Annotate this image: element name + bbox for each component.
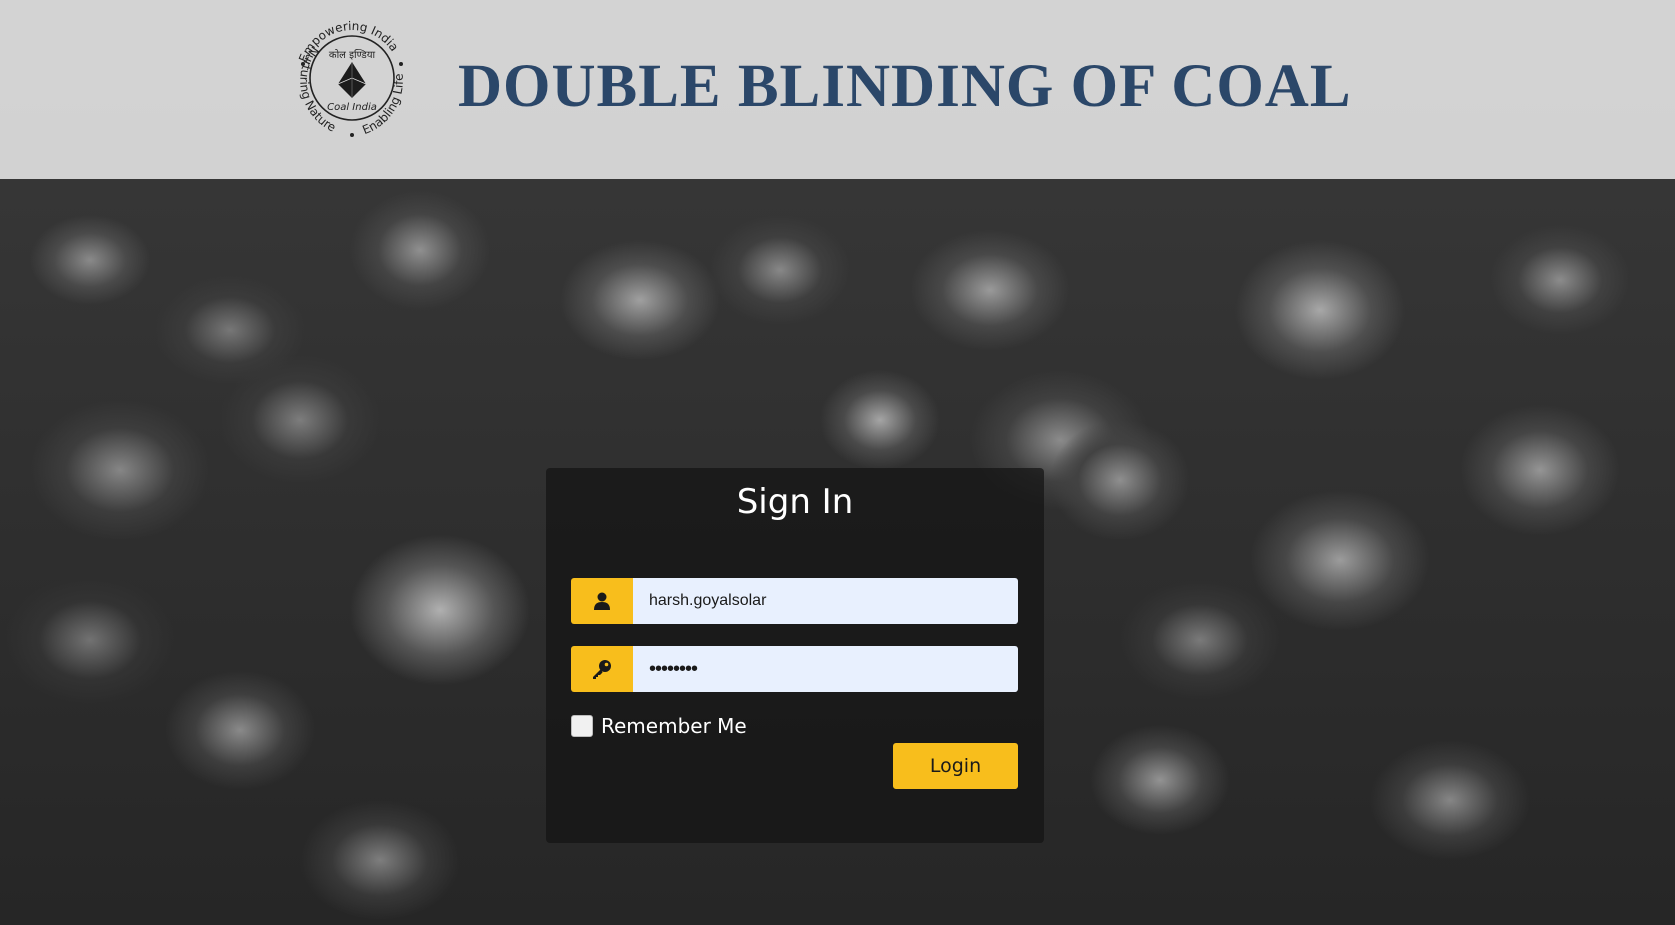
login-page: Empowering India Nurturing Nature Enabli… [0, 0, 1675, 925]
password-field [571, 646, 1018, 692]
header-band: Empowering India Nurturing Nature Enabli… [0, 0, 1675, 179]
username-input[interactable] [633, 578, 1018, 624]
login-panel: Sign In Remember Me [546, 468, 1044, 843]
login-button[interactable]: Login [893, 743, 1018, 789]
key-icon [571, 646, 633, 692]
logo-hindi-text: कोल इण्डिया [329, 49, 376, 61]
app-title: DOUBLE BLINDING OF COAL [458, 53, 1352, 120]
coal-india-logo: Empowering India Nurturing Nature Enabli… [296, 19, 406, 137]
user-icon [571, 578, 633, 624]
password-input[interactable] [633, 646, 1018, 692]
logo-english-text: Coal India [327, 102, 377, 113]
remember-me-row[interactable]: Remember Me [571, 714, 747, 738]
remember-me-label: Remember Me [601, 714, 747, 738]
username-field [571, 578, 1018, 624]
sign-in-title: Sign In [736, 482, 854, 522]
remember-me-checkbox[interactable] [571, 715, 593, 737]
